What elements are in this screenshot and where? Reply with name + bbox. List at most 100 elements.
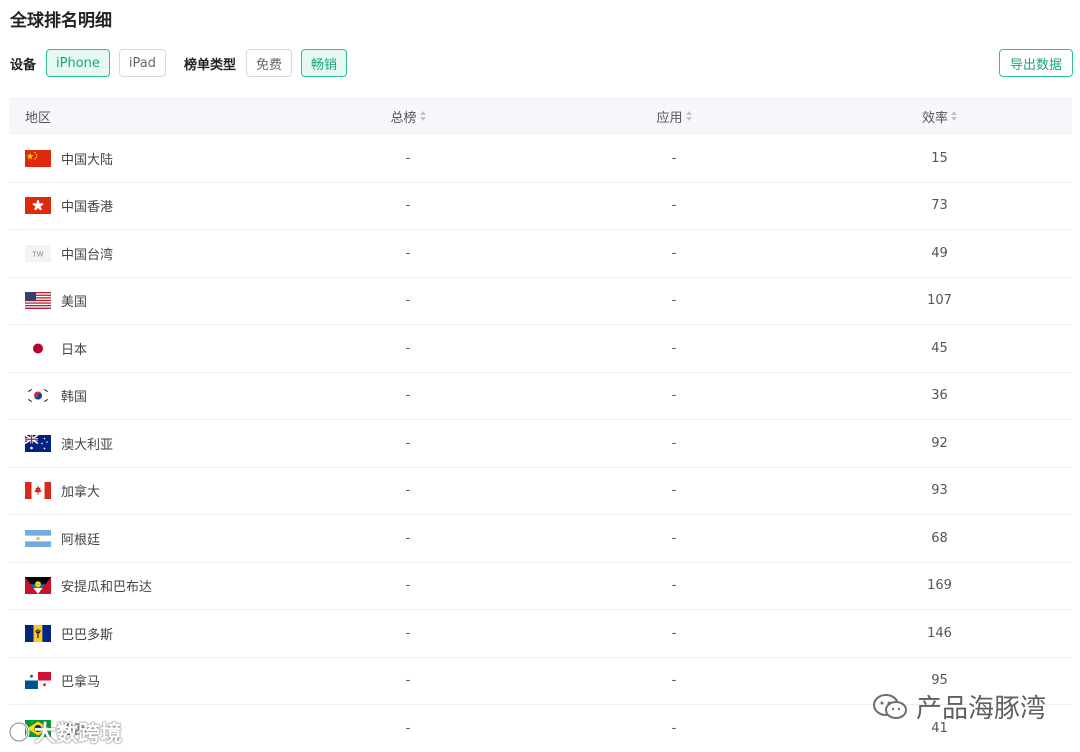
efficiency-rank-cell: 49 bbox=[931, 245, 948, 261]
table-row: 韩国 - - 36 bbox=[9, 373, 1072, 420]
svg-text:TW: TW bbox=[31, 250, 43, 258]
app-rank-cell: - bbox=[671, 720, 677, 736]
table-row: TW 中国台湾 - - 49 bbox=[9, 230, 1072, 278]
total-rank-cell: - bbox=[405, 198, 411, 214]
filter-bar: 设备 iPhone iPad 榜单类型 免费 畅销 bbox=[10, 48, 356, 78]
total-rank-cell: - bbox=[405, 625, 411, 641]
bb-flag-icon bbox=[25, 624, 51, 642]
table-body: 中国大陆 - - 15 中国香港 - - 73 TW 中国台湾 - - 49 美国 - - 107 日本 - - 45 韩… bbox=[9, 135, 1072, 752]
chart-type-label: 榜单类型 bbox=[184, 57, 237, 73]
device-label: 设备 bbox=[10, 57, 37, 73]
header-total-sortable[interactable]: 总榜 bbox=[275, 107, 541, 126]
region-cell: 澳大利亚 bbox=[9, 434, 275, 453]
efficiency-rank-cell: 169 bbox=[927, 578, 952, 594]
ranking-table: 地区 总榜 应用 效率 中国大陆 - - 15 中国香港 - - 73 TW 中国台湾 - - 49 美国… bbox=[9, 97, 1072, 752]
ag-flag-icon bbox=[25, 577, 51, 595]
efficiency-rank-cell: 95 bbox=[931, 673, 948, 689]
region-name: 巴拿马 bbox=[61, 675, 101, 691]
region-name: 阿根廷 bbox=[61, 532, 101, 548]
efficiency-rank-cell: 73 bbox=[931, 198, 948, 214]
table-row: 日本 - - 45 bbox=[9, 325, 1072, 373]
region-name: 中国台湾 bbox=[61, 247, 114, 263]
export-data-button[interactable]: 导出数据 bbox=[999, 49, 1073, 77]
region-cell: 中国香港 bbox=[9, 196, 275, 215]
region-cell: 安提瓜和巴布达 bbox=[9, 576, 275, 595]
header-efficiency-sortable[interactable]: 效率 bbox=[807, 107, 1072, 126]
chart-type-free-button[interactable]: 免费 bbox=[246, 49, 293, 77]
region-cell: 阿根廷 bbox=[9, 529, 275, 548]
total-rank-cell: - bbox=[405, 483, 411, 499]
jp-flag-icon bbox=[25, 339, 51, 357]
region-name: 日本 bbox=[61, 342, 88, 358]
table-row: 中国大陆 - - 15 bbox=[9, 135, 1072, 183]
efficiency-rank-cell: 68 bbox=[931, 530, 948, 546]
app-rank-cell: - bbox=[671, 293, 677, 309]
app-rank-cell: - bbox=[671, 673, 677, 689]
app-rank-cell: - bbox=[671, 483, 677, 499]
total-rank-cell: - bbox=[405, 388, 411, 404]
wechat-icon bbox=[872, 693, 907, 719]
page-title: 全球排名明细 bbox=[10, 11, 112, 31]
app-rank-cell: - bbox=[671, 340, 677, 356]
table-row: 澳大利亚 - - 92 bbox=[9, 420, 1072, 468]
app-rank-cell: - bbox=[671, 388, 677, 404]
efficiency-rank-cell: 92 bbox=[931, 435, 948, 451]
table-row: 巴巴多斯 - - 146 bbox=[9, 610, 1072, 658]
region-name: 加拿大 bbox=[61, 485, 101, 501]
table-row: 安提瓜和巴布达 - - 169 bbox=[9, 563, 1072, 610]
header-region: 地区 bbox=[25, 110, 52, 126]
us-flag-icon bbox=[25, 292, 51, 310]
app-rank-cell: - bbox=[671, 435, 677, 451]
total-rank-cell: - bbox=[405, 435, 411, 451]
app-rank-cell: - bbox=[671, 578, 677, 594]
region-name: 澳大利亚 bbox=[61, 437, 114, 453]
region-name: 中国香港 bbox=[61, 200, 114, 216]
table-row: 阿根廷 - - 68 bbox=[9, 515, 1072, 563]
watermark-right: 产品海豚湾 bbox=[872, 688, 1046, 725]
efficiency-rank-cell: 146 bbox=[927, 625, 952, 641]
total-rank-cell: - bbox=[405, 673, 411, 689]
region-cell: 美国 bbox=[9, 291, 275, 310]
app-rank-cell: - bbox=[671, 245, 677, 261]
app-rank-cell: - bbox=[671, 530, 677, 546]
cn-flag-icon bbox=[25, 149, 51, 167]
total-rank-cell: - bbox=[405, 578, 411, 594]
chart-type-grossing-button[interactable]: 畅销 bbox=[301, 49, 348, 77]
app-rank-cell: - bbox=[671, 625, 677, 641]
app-rank-cell: - bbox=[671, 150, 677, 166]
watermark-left: 大数跨境 bbox=[8, 716, 122, 748]
pa-flag-icon bbox=[25, 672, 51, 690]
kr-flag-icon bbox=[25, 387, 51, 405]
efficiency-rank-cell: 36 bbox=[931, 388, 948, 404]
sort-icon[interactable] bbox=[951, 110, 957, 122]
device-ipad-button[interactable]: iPad bbox=[118, 49, 166, 77]
table-row: 美国 - - 107 bbox=[9, 278, 1072, 325]
region-name: 美国 bbox=[61, 295, 88, 311]
table-row: 中国香港 - - 73 bbox=[9, 183, 1072, 230]
region-cell: 中国大陆 bbox=[9, 149, 275, 168]
efficiency-rank-cell: 15 bbox=[931, 150, 948, 166]
total-rank-cell: - bbox=[405, 530, 411, 546]
total-rank-cell: - bbox=[405, 720, 411, 736]
efficiency-rank-cell: 45 bbox=[931, 340, 948, 356]
sort-icon[interactable] bbox=[685, 110, 692, 122]
total-rank-cell: - bbox=[405, 293, 411, 309]
au-flag-icon bbox=[25, 434, 51, 452]
efficiency-rank-cell: 93 bbox=[931, 483, 948, 499]
device-iphone-button[interactable]: iPhone bbox=[46, 49, 110, 77]
region-cell: TW 中国台湾 bbox=[9, 244, 275, 263]
hk-flag-icon bbox=[25, 197, 51, 215]
logo-icon bbox=[8, 721, 30, 743]
total-rank-cell: - bbox=[405, 340, 411, 356]
ar-flag-icon bbox=[25, 529, 51, 547]
table-row: 加拿大 - - 93 bbox=[9, 468, 1072, 515]
total-rank-cell: - bbox=[405, 150, 411, 166]
region-cell: 日本 bbox=[9, 339, 275, 358]
header-app-sortable[interactable]: 应用 bbox=[541, 107, 807, 126]
region-name: 中国大陆 bbox=[61, 152, 114, 168]
region-name: 巴巴多斯 bbox=[61, 627, 114, 643]
table-header: 地区 总榜 应用 效率 bbox=[9, 97, 1072, 135]
region-name: 安提瓜和巴布达 bbox=[61, 580, 153, 596]
sort-icon[interactable] bbox=[419, 110, 426, 122]
region-cell: 加拿大 bbox=[9, 481, 275, 500]
